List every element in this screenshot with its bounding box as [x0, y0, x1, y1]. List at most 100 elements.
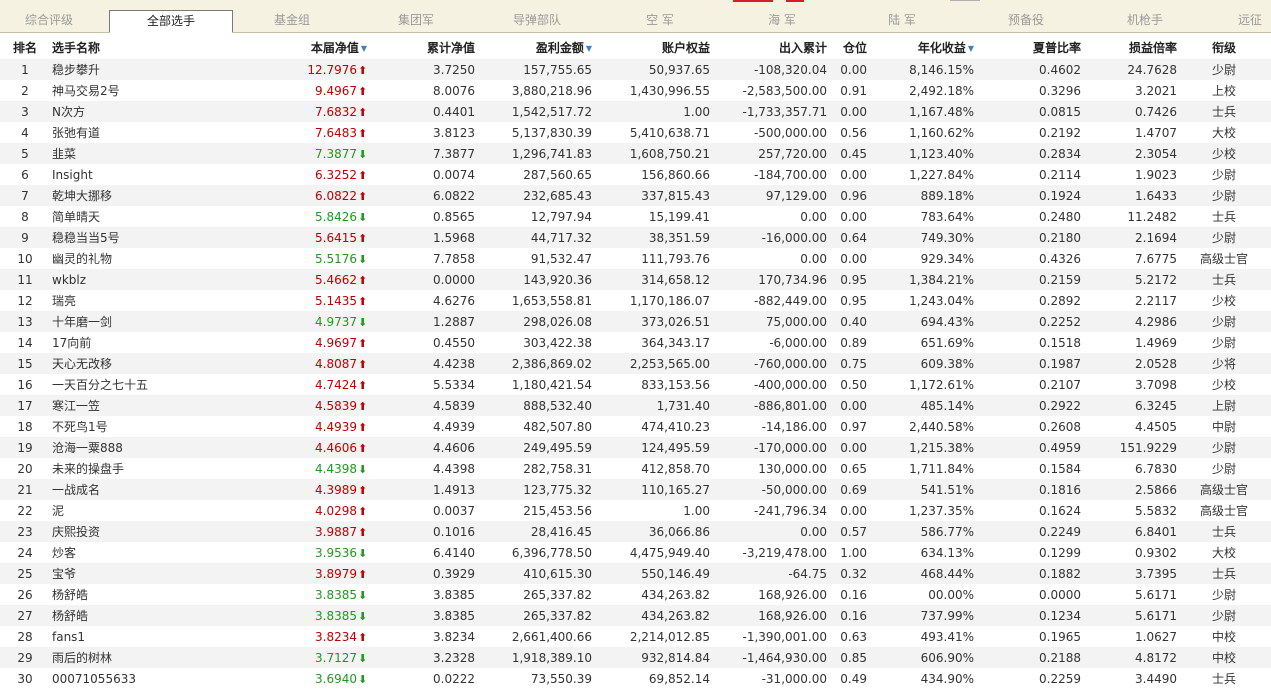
cell-current-nav: 4.3989⬆ — [236, 479, 373, 500]
header-in-out-cumulative[interactable]: 出入累计 — [710, 35, 827, 59]
header-current-nav[interactable]: 本届净值 ▼ — [236, 35, 373, 59]
cell-player-name[interactable]: 庆熙投资 — [50, 521, 236, 542]
tab-army[interactable]: 陆 军 — [872, 11, 932, 33]
cell-player-name[interactable]: Insight — [50, 164, 236, 185]
cell-player-name[interactable]: fans1 — [50, 626, 236, 647]
cell-rank: 20 — [0, 458, 50, 479]
cell-player-name[interactable]: 泥 — [50, 500, 236, 521]
cell-player-name[interactable]: 不死鸟1号 — [50, 416, 236, 437]
tab-fund-group[interactable]: 基金组 — [262, 11, 322, 33]
cell-player-name[interactable]: 简单晴天 — [50, 206, 236, 227]
table-row[interactable]: 10 幽灵的礼物 5.5176⬇ 7.7858 91,532.47 111,793.76 0… — [0, 248, 1271, 269]
cell-rank: 19 — [0, 437, 50, 458]
tab-composite-rating[interactable]: 综合评级 — [14, 11, 84, 33]
sort-triangle-down-icon[interactable]: ▼ — [586, 44, 592, 53]
table-row[interactable]: 4 张弛有道 7.6483⬆ 3.8123 5,137,830.39 5,410,638.… — [0, 122, 1271, 143]
cell-player-name[interactable]: 一天百分之七十五 — [50, 374, 236, 395]
cell-account-equity: 434,263.82 — [592, 584, 710, 605]
cell-player-name[interactable]: 张弛有道 — [50, 122, 236, 143]
cell-player-name[interactable]: 稳稳当当5号 — [50, 227, 236, 248]
cell-player-name[interactable]: 沧海一粟888 — [50, 437, 236, 458]
header-sharpe-ratio[interactable]: 夏普比率 — [974, 35, 1081, 59]
table-row[interactable]: 7 乾坤大挪移 6.0822⬆ 6.0822 232,685.43 337,815.43 9… — [0, 185, 1271, 206]
header-military-rank[interactable]: 衔级 — [1177, 35, 1271, 59]
table-row[interactable]: 9 稳稳当当5号 5.6415⬆ 1.5968 44,717.32 38,351.59 -1… — [0, 227, 1271, 248]
cell-profit-amount: 28,416.45 — [475, 521, 592, 542]
cell-player-name[interactable]: N次方 — [50, 101, 236, 122]
header-profit-amount[interactable]: 盈利金额 ▼ — [475, 35, 592, 59]
cell-player-name[interactable]: 00071055633 — [50, 668, 236, 689]
header-rank[interactable]: 排名 — [0, 35, 50, 59]
cell-profit-amount: 5,137,830.39 — [475, 122, 592, 143]
table-row[interactable]: 12 瑞亮 5.1435⬆ 4.6276 1,653,558.81 1,170,186.0… — [0, 290, 1271, 311]
table-row[interactable]: 17 寒江一笠 4.5839⬆ 4.5839 888,532.40 1,731.40 -88… — [0, 395, 1271, 416]
tab-missile-force[interactable]: 导弹部队 — [500, 11, 574, 33]
sort-triangle-down-icon[interactable]: ▼ — [361, 44, 367, 53]
cell-current-nav: 3.7127⬇ — [236, 647, 373, 668]
header-cumulative-nav[interactable]: 累计净值 — [373, 35, 475, 59]
cell-player-name[interactable]: 瑞亮 — [50, 290, 236, 311]
tab-gunner[interactable]: 机枪手 — [1114, 11, 1176, 33]
table-row[interactable]: 21 一战成名 4.3989⬆ 1.4913 123,775.32 110,165.27-… — [0, 479, 1271, 500]
header-annual-return[interactable]: 年化收益 ▼ — [867, 35, 974, 59]
cell-player-name[interactable]: 17向前 — [50, 332, 236, 353]
table-row[interactable]: 2 神马交易2号 9.4967⬆ 8.0076 3,880,218.96 1,430,99… — [0, 80, 1271, 101]
cell-profit-amount: 1,542,517.72 — [475, 101, 592, 122]
cell-player-name[interactable]: 一战成名 — [50, 479, 236, 500]
table-row[interactable]: 26 杨舒皓 3.8385⬇ 3.8385 265,337.82 434,263.82 16… — [0, 584, 1271, 605]
tab-navy[interactable]: 海 军 — [752, 11, 812, 33]
table-row[interactable]: 25 宝爷 3.8979⬆ 0.3929 410,615.30 550,146.49 -64… — [0, 563, 1271, 584]
table-row[interactable]: 6 Insight 6.3252⬆ 0.0074 287,560.65 156,860.6… — [0, 164, 1271, 185]
table-row[interactable]: 11 wkblz 5.4662⬆ 0.0000 143,920.36 314,658.12… — [0, 269, 1271, 290]
cell-player-name[interactable]: 天心无改移 — [50, 353, 236, 374]
cell-player-name[interactable]: 韭菜 — [50, 143, 236, 164]
tab-all-players[interactable]: 全部选手 — [109, 10, 233, 33]
table-row[interactable]: 27 杨舒皓 3.8385⬇ 3.8385 265,337.82 434,263.82 16… — [0, 605, 1271, 626]
tab-air-force[interactable]: 空 军 — [630, 11, 690, 33]
cell-player-name[interactable]: 杨舒皓 — [50, 605, 236, 626]
cell-player-name[interactable]: 神马交易2号 — [50, 80, 236, 101]
cell-player-name[interactable]: 炒客 — [50, 542, 236, 563]
cell-player-name[interactable]: 未来的操盘手 — [50, 458, 236, 479]
cell-player-name[interactable]: 杨舒皓 — [50, 584, 236, 605]
tab-group-army[interactable]: 集团军 — [384, 11, 448, 33]
table-row[interactable]: 14 17向前 4.9697⬆ 0.4550 303,422.38 364,343.17-… — [0, 332, 1271, 353]
table-row[interactable]: 24 炒客 3.9536⬇ 6.4140 6,396,778.50 4,475,949.4… — [0, 542, 1271, 563]
header-player-name[interactable]: 选手名称 — [50, 35, 236, 59]
cell-player-name[interactable]: 乾坤大挪移 — [50, 185, 236, 206]
table-row[interactable]: 29 雨后的树林 3.7127⬇ 3.2328 1,918,389.10 932,814.… — [0, 647, 1271, 668]
cell-rank: 7 — [0, 185, 50, 206]
cell-player-name[interactable]: 十年磨一剑 — [50, 311, 236, 332]
table-row[interactable]: 1 稳步攀升 12.7976⬆ 3.7250 157,755.65 50,937.65 -1… — [0, 59, 1271, 80]
header-position-label: 仓位 — [842, 40, 867, 55]
cell-cumulative-nav: 0.4401 — [373, 101, 475, 122]
table-row[interactable]: 30 00071055633 3.6940⬇ 0.0222 73,550.39 69,85… — [0, 668, 1271, 689]
table-row[interactable]: 16 一天百分之七十五 4.7424⬆ 5.5334 1,180,421.54 833,1… — [0, 374, 1271, 395]
table-row[interactable]: 15 天心无改移 4.8087⬆ 4.4238 2,386,869.02 2,253,56… — [0, 353, 1271, 374]
table-row[interactable]: 13 十年磨一剑 4.9737⬇ 1.2887 298,026.08 373,026.51… — [0, 311, 1271, 332]
table-row[interactable]: 3 N次方 7.6832⬆ 0.4401 1,542,517.72 1.00 -1,733,… — [0, 101, 1271, 122]
table-row[interactable]: 23 庆熙投资 3.9887⬆ 0.1016 28,416.45 36,066.86 0.0… — [0, 521, 1271, 542]
table-row[interactable]: 8 简单晴天 5.8426⬇ 0.8565 12,797.94 15,199.41 0.00… — [0, 206, 1271, 227]
tab-expedition[interactable]: 远征 — [1238, 11, 1271, 33]
table-row[interactable]: 19 沧海一粟888 4.4606⬆ 4.4606 249,495.59 124,495.… — [0, 437, 1271, 458]
cell-cumulative-nav: 4.4606 — [373, 437, 475, 458]
table-row[interactable]: 18 不死鸟1号 4.4939⬆ 4.4939 482,507.80 474,410.23… — [0, 416, 1271, 437]
tab-reserve[interactable]: 预备役 — [996, 11, 1056, 33]
cell-player-name[interactable]: 幽灵的礼物 — [50, 248, 236, 269]
table-row[interactable]: 28 fans1 3.8234⬆ 3.8234 2,661,400.66 2,214,01… — [0, 626, 1271, 647]
cell-player-name[interactable]: 稳步攀升 — [50, 59, 236, 80]
table-row[interactable]: 22 泥 4.0298⬆ 0.0037 215,453.56 1.00 -241,796.3… — [0, 500, 1271, 521]
header-position[interactable]: 仓位 — [827, 35, 867, 59]
cell-account-equity: 156,860.66 — [592, 164, 710, 185]
cell-player-name[interactable]: 寒江一笠 — [50, 395, 236, 416]
header-profit-loss-ratio[interactable]: 损益倍率 — [1081, 35, 1177, 59]
sort-triangle-down-icon[interactable]: ▼ — [968, 44, 974, 53]
cell-annual-return: 1,215.38% — [867, 437, 974, 458]
cell-player-name[interactable]: wkblz — [50, 269, 236, 290]
table-row[interactable]: 20 未来的操盘手 4.4398⬇ 4.4398 282,758.31 412,858.7… — [0, 458, 1271, 479]
header-account-equity[interactable]: 账户权益 — [592, 35, 710, 59]
table-row[interactable]: 5 韭菜 7.3877⬇ 7.3877 1,296,741.83 1,608,750.21… — [0, 143, 1271, 164]
cell-player-name[interactable]: 宝爷 — [50, 563, 236, 584]
cell-player-name[interactable]: 雨后的树林 — [50, 647, 236, 668]
